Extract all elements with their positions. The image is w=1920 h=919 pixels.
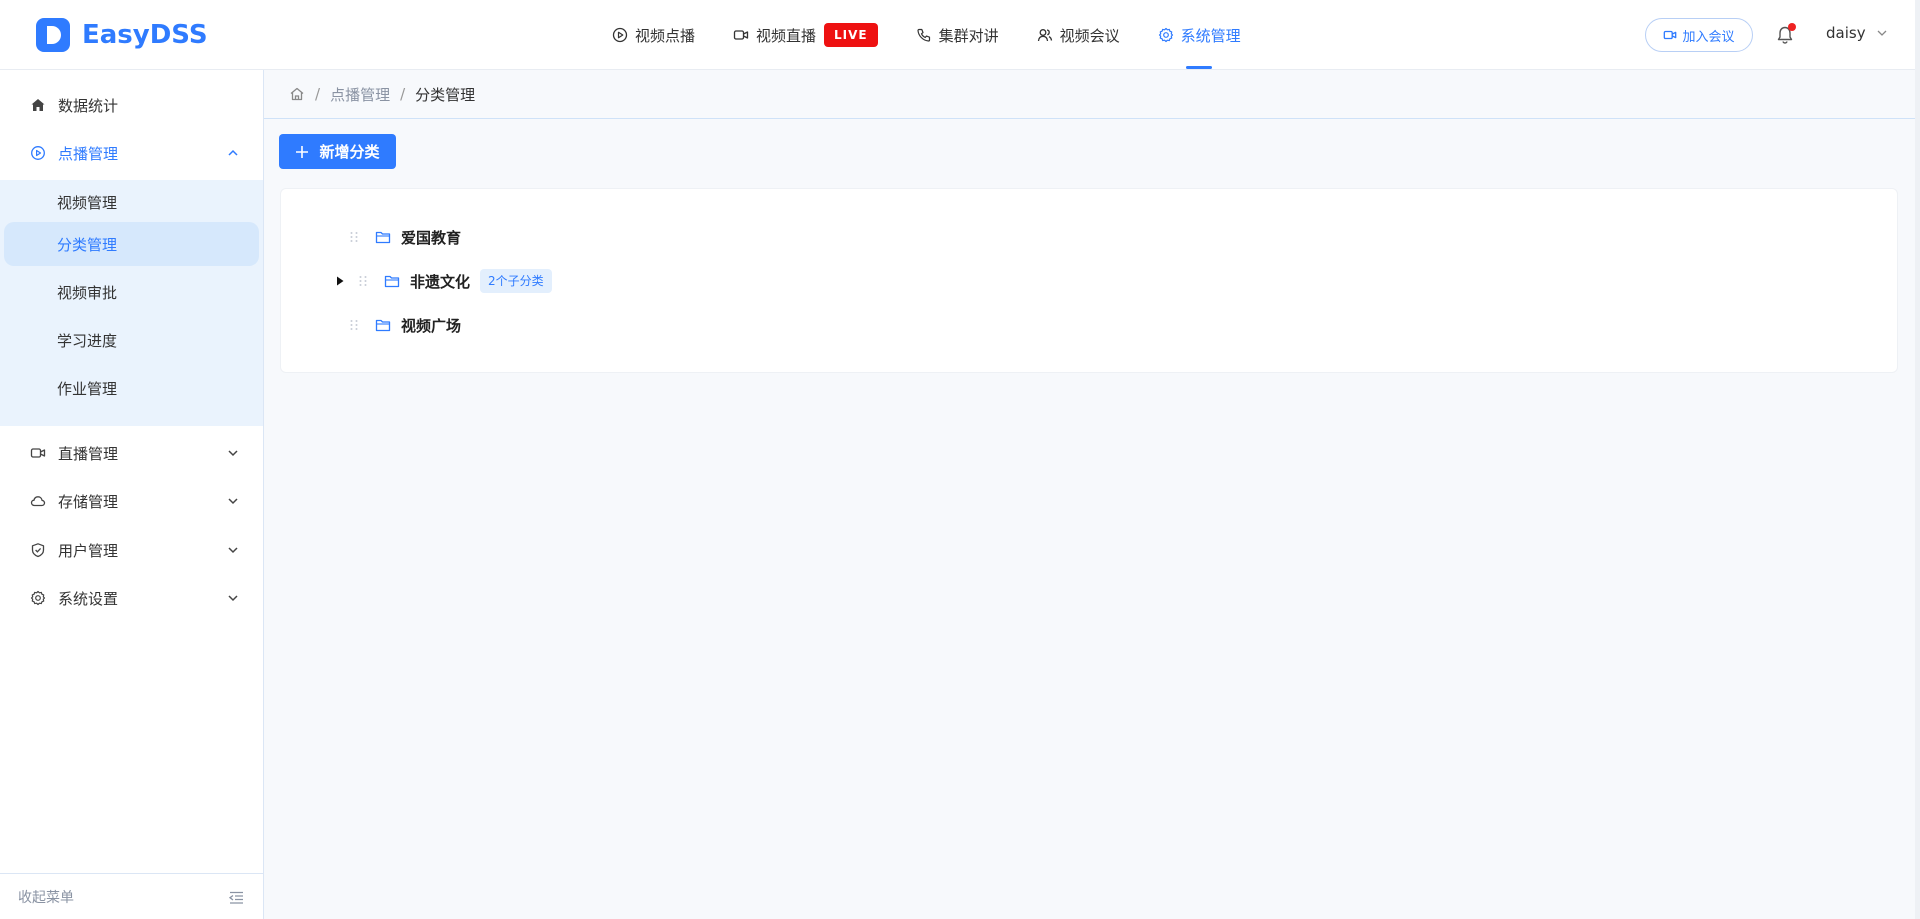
logo-icon (36, 18, 70, 52)
submenu: 视频管理 分类管理 视频审批 学习进度 作业管理 (0, 180, 263, 426)
chevron-down-icon (228, 595, 238, 602)
phone-icon (917, 28, 930, 42)
shield-icon (31, 543, 45, 558)
chevron-down-icon (1877, 30, 1887, 36)
drag-handle-icon[interactable] (349, 231, 359, 243)
tree-node-label: 视频广场 (401, 316, 462, 335)
submenu-item-progress[interactable]: 学习进度 (0, 318, 263, 362)
gear-icon (1158, 27, 1173, 43)
top-nav: 视频点播 视频直播 LIVE 集群对讲 视频会议 系统管理 (612, 0, 1279, 70)
chevron-down-icon (228, 450, 238, 457)
video-camera-icon (30, 448, 46, 458)
play-circle-icon (612, 27, 628, 43)
add-category-label: 新增分类 (319, 143, 380, 161)
sidebar-item-live[interactable]: 直播管理 (0, 429, 263, 477)
sidebar-item-label: 直播管理 (58, 444, 119, 463)
folder-icon (375, 231, 391, 244)
sidebar: 数据统计 点播管理 视频管理 分类管理 视频审批 学习进度 作业管理 直播管理 … (0, 70, 264, 919)
submenu-item-label: 作业管理 (57, 379, 118, 398)
tree-node[interactable]: 非遗文化 2个子分类 (337, 266, 552, 296)
chevron-down-icon (228, 547, 238, 554)
caret-right-icon[interactable] (336, 276, 344, 286)
breadcrumb-item[interactable]: 点播管理 (330, 84, 390, 105)
sidebar-item-vod[interactable]: 点播管理 (0, 129, 263, 177)
chevron-down-icon (228, 498, 238, 505)
breadcrumb-current: 分类管理 (415, 85, 476, 104)
menu-fold-icon (229, 891, 243, 904)
sidebar-item-stats[interactable]: 数据统计 (0, 81, 263, 129)
brand-name: EasyDSS (82, 20, 208, 50)
sidebar-item-settings[interactable]: 系统设置 (0, 574, 263, 622)
submenu-item-category[interactable]: 分类管理 (4, 222, 259, 266)
drag-handle-icon[interactable] (349, 319, 359, 331)
nav-item-live[interactable]: 视频直播 LIVE (733, 0, 878, 70)
sidebar-item-label: 数据统计 (58, 96, 119, 115)
tree-node-label: 非遗文化 (410, 272, 471, 291)
live-badge: LIVE (824, 23, 878, 47)
collapse-menu-button[interactable]: 收起菜单 (0, 873, 263, 919)
username: daisy (1826, 24, 1866, 42)
collapse-menu-label: 收起菜单 (18, 889, 74, 906)
submenu-item-video[interactable]: 视频管理 (0, 180, 263, 224)
plus-icon (296, 145, 309, 158)
folder-icon (384, 275, 400, 288)
nav-label: 视频点播 (635, 26, 696, 45)
add-category-button[interactable]: 新增分类 (279, 134, 396, 169)
subcategory-count-badge: 2个子分类 (480, 269, 552, 293)
sidebar-item-label: 系统设置 (58, 589, 119, 608)
folder-icon (375, 319, 391, 332)
users-icon (1037, 29, 1052, 42)
nav-label: 集群对讲 (938, 26, 999, 45)
nav-item-vod[interactable]: 视频点播 (612, 0, 695, 70)
sidebar-item-label: 存储管理 (58, 492, 119, 511)
logo[interactable]: EasyDSS (36, 17, 208, 53)
nav-item-intercom[interactable]: 集群对讲 (916, 0, 999, 70)
submenu-item-label: 学习进度 (57, 331, 118, 350)
sidebar-item-label: 用户管理 (58, 541, 119, 560)
play-circle-icon (31, 146, 45, 160)
sidebar-item-users[interactable]: 用户管理 (0, 526, 263, 574)
breadcrumb-separator: / (315, 85, 321, 103)
home-icon[interactable] (289, 86, 305, 102)
sidebar-item-storage[interactable]: 存储管理 (0, 477, 263, 525)
submenu-item-label: 分类管理 (57, 235, 118, 254)
nav-item-system[interactable]: 系统管理 (1158, 0, 1241, 70)
breadcrumb: / 点播管理 / 分类管理 (264, 70, 1915, 119)
notification-dot (1788, 23, 1796, 31)
notification-bell[interactable] (1775, 23, 1796, 45)
tree-node[interactable]: 爱国教育 (349, 222, 461, 252)
submenu-item-approval[interactable]: 视频审批 (0, 270, 263, 314)
nav-item-meeting[interactable]: 视频会议 (1037, 0, 1120, 70)
category-tree: 爱国教育 非遗文化 2个子分类 视频广场 (280, 188, 1898, 373)
tree-node[interactable]: 视频广场 (349, 310, 461, 340)
submenu-item-homework[interactable]: 作业管理 (0, 366, 263, 410)
video-camera-icon (733, 30, 749, 40)
nav-label: 系统管理 (1180, 26, 1241, 45)
top-bar: EasyDSS 视频点播 视频直播 LIVE 集群对讲 视频会议 系统管理 加入… (0, 0, 1915, 70)
submenu-item-label: 视频管理 (57, 193, 118, 212)
page-scrollbar[interactable] (1915, 0, 1920, 919)
user-menu[interactable]: daisy (1826, 24, 1888, 42)
tree-node-label: 爱国教育 (401, 228, 462, 247)
nav-label: 视频直播 (756, 26, 817, 45)
video-camera-icon (1664, 30, 1677, 40)
home-icon (31, 99, 45, 111)
join-meeting-label: 加入会议 (1682, 29, 1735, 45)
gear-icon (30, 590, 46, 606)
sidebar-item-label: 点播管理 (58, 144, 119, 163)
chevron-up-icon (228, 149, 238, 156)
nav-label: 视频会议 (1059, 26, 1120, 45)
join-meeting-button[interactable]: 加入会议 (1645, 18, 1753, 52)
breadcrumb-separator: / (400, 85, 406, 103)
submenu-item-label: 视频审批 (57, 283, 118, 302)
drag-handle-icon[interactable] (358, 275, 368, 287)
cloud-icon (30, 496, 46, 507)
